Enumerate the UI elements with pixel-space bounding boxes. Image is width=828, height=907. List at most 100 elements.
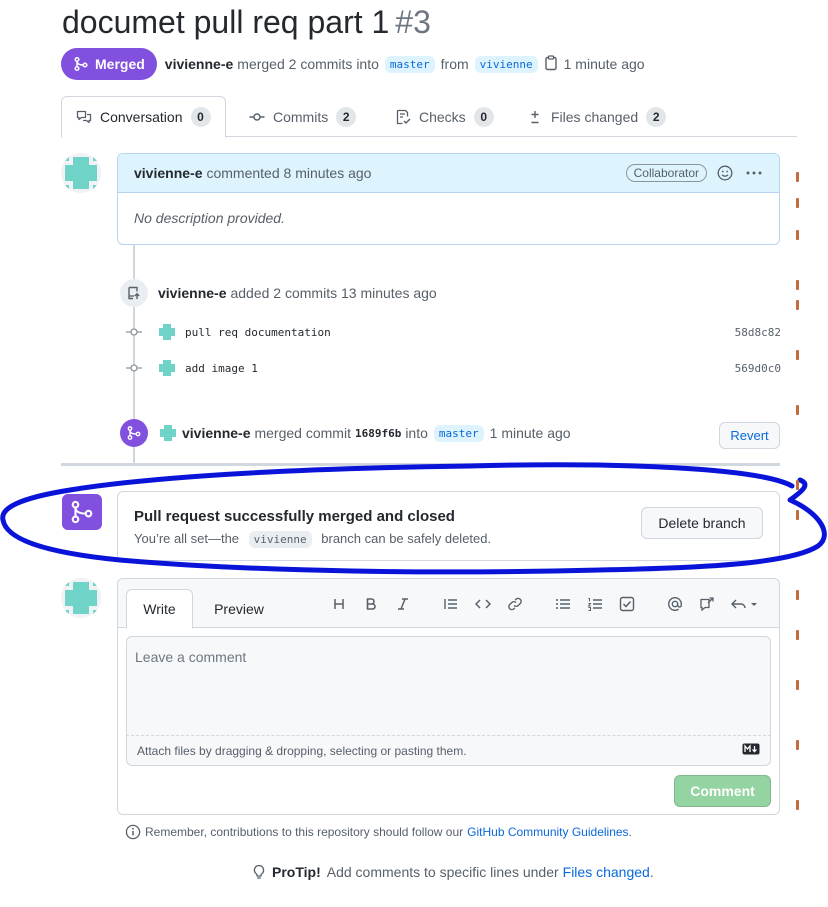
attach-files-bar[interactable]: Attach files by dragging & dropping, sel… (126, 736, 771, 766)
git-merge-icon (120, 419, 148, 447)
merge-commit-sha[interactable]: 1689f6b (355, 427, 401, 440)
cropped-sidebar-edge (794, 150, 800, 890)
commits-action: added 2 commits 13 minutes ago (230, 285, 437, 301)
avatar[interactable] (157, 322, 177, 342)
pr-title: documet pull req part 1 #3 (62, 4, 431, 41)
commit-message-link[interactable]: pull req documentation (185, 326, 331, 339)
new-comment-form: Write Preview Leave a comment Attach fil… (117, 578, 780, 815)
pr-author-link[interactable]: vivienne-e (165, 56, 233, 72)
list-item: add image 1 569d0c0 (125, 358, 781, 378)
mention-icon[interactable] (665, 594, 685, 614)
markdown-icon[interactable] (742, 743, 760, 758)
tab-commits[interactable]: Commits 2 (249, 96, 357, 137)
commit-sha-link[interactable]: 569d0c0 (735, 362, 781, 375)
light-bulb-icon (253, 864, 265, 879)
community-guidelines-note: Remember, contributions to this reposito… (125, 824, 632, 840)
heading-icon[interactable] (329, 594, 349, 614)
tab-conversation[interactable]: Conversation 0 (61, 96, 226, 138)
pr-meta: Merged vivienne-e merged 2 commits into … (61, 48, 645, 80)
kebab-horizontal-icon[interactable] (745, 165, 763, 181)
pr-number: #3 (395, 4, 431, 40)
merge-time: 1 minute ago (563, 56, 645, 72)
avatar[interactable] (158, 423, 178, 443)
comment-body: No description provided. (134, 210, 285, 226)
info-icon (125, 824, 141, 840)
checklist-icon (396, 109, 411, 124)
protip-label: ProTip! (272, 864, 321, 880)
avatar[interactable] (61, 578, 101, 618)
merge-summary: merged 2 commits into (237, 56, 379, 72)
files-changed-link[interactable]: Files changed (563, 864, 650, 880)
protip-end: . (649, 864, 654, 880)
comment-action: commented 8 minutes ago (206, 165, 372, 181)
avatar[interactable] (61, 153, 101, 193)
merge-action: merged commit (254, 425, 351, 441)
merged-state-label: Merged (95, 56, 145, 72)
pr-title-text: documet pull req part 1 (62, 4, 390, 40)
guidelines-link[interactable]: GitHub Community Guidelines (467, 825, 628, 839)
comment-box: vivienne-e commented 8 minutes ago Colla… (117, 153, 780, 245)
ordered-list-icon[interactable] (585, 594, 605, 614)
revert-button[interactable]: Revert (719, 422, 780, 449)
merge-branch-label[interactable]: master (433, 424, 484, 442)
commit-sha-link[interactable]: 58d8c82 (735, 326, 781, 339)
from-word: from (440, 56, 469, 72)
file-diff-icon (531, 110, 539, 123)
git-commit-icon (249, 112, 265, 121)
task-list-icon[interactable] (617, 594, 637, 614)
identicon-icon (61, 153, 101, 193)
tab-checks[interactable]: Checks 0 (395, 96, 494, 137)
tab-preview[interactable]: Preview (202, 589, 276, 629)
merge-event-time: 1 minute ago (489, 425, 571, 441)
collaborator-badge: Collaborator (625, 164, 707, 182)
tab-write[interactable]: Write (126, 589, 193, 629)
bold-icon[interactable] (361, 594, 381, 614)
protip-text: Add comments to specific lines under (326, 864, 559, 880)
code-icon[interactable] (473, 594, 493, 614)
smiley-icon[interactable] (717, 165, 733, 181)
tab-commits-label: Commits (273, 108, 329, 125)
tab-files-changed-label: Files changed (551, 108, 639, 125)
link-icon[interactable] (505, 594, 525, 614)
base-branch-label[interactable]: master (384, 55, 435, 73)
reply-icon[interactable] (729, 594, 759, 614)
merge-sub-branch: vivienne (248, 531, 312, 548)
merge-status-title: Pull request successfully merged and clo… (134, 508, 455, 525)
identicon-icon (61, 578, 101, 618)
tab-checks-count: 0 (473, 106, 494, 127)
comment-submit-button[interactable]: Comment (674, 775, 771, 807)
merge-event: vivienne-e merged commit 1689f6b into ma… (120, 419, 571, 447)
copy-icon[interactable] (544, 54, 558, 74)
comment-textarea[interactable]: Leave a comment (126, 636, 771, 736)
comment-discussion-icon (76, 110, 92, 124)
merged-state-badge: Merged (61, 48, 157, 80)
guidelines-text: Remember, contributions to this reposito… (145, 825, 464, 839)
tab-conversation-label: Conversation (100, 109, 183, 125)
pr-tabs: Conversation 0 Commits 2 Checks 0 Files … (61, 96, 797, 138)
tab-commits-count: 2 (336, 106, 357, 127)
repo-push-icon (120, 279, 148, 307)
comment-header: vivienne-e commented 8 minutes ago Colla… (118, 154, 779, 193)
quote-icon[interactable] (441, 594, 461, 614)
italic-icon[interactable] (393, 594, 413, 614)
commits-added-event: vivienne-e added 2 commits 13 minutes ag… (120, 279, 437, 307)
delete-branch-button[interactable]: Delete branch (641, 507, 763, 539)
tab-files-changed-count: 2 (646, 106, 667, 127)
merge-sub-before: You’re all set—the (134, 531, 240, 546)
git-merge-icon (74, 56, 88, 72)
head-branch-label[interactable]: vivienne (474, 55, 538, 73)
merge-author-link[interactable]: vivienne-e (182, 425, 250, 441)
guidelines-end: . (628, 825, 632, 839)
commit-message-link[interactable]: add image 1 (185, 362, 258, 375)
avatar[interactable] (157, 358, 177, 378)
commits-author-link[interactable]: vivienne-e (158, 285, 226, 301)
tab-checks-label: Checks (419, 108, 466, 125)
attach-files-text: Attach files by dragging & dropping, sel… (137, 743, 467, 758)
timeline-end-divider (61, 463, 780, 466)
cross-reference-icon[interactable] (697, 594, 717, 614)
tab-conversation-count: 0 (190, 107, 211, 127)
merge-status-box: Pull request successfully merged and clo… (117, 491, 780, 561)
tab-files-changed[interactable]: Files changed 2 (527, 96, 667, 137)
unordered-list-icon[interactable] (553, 594, 573, 614)
comment-author-link[interactable]: vivienne-e (134, 165, 202, 181)
